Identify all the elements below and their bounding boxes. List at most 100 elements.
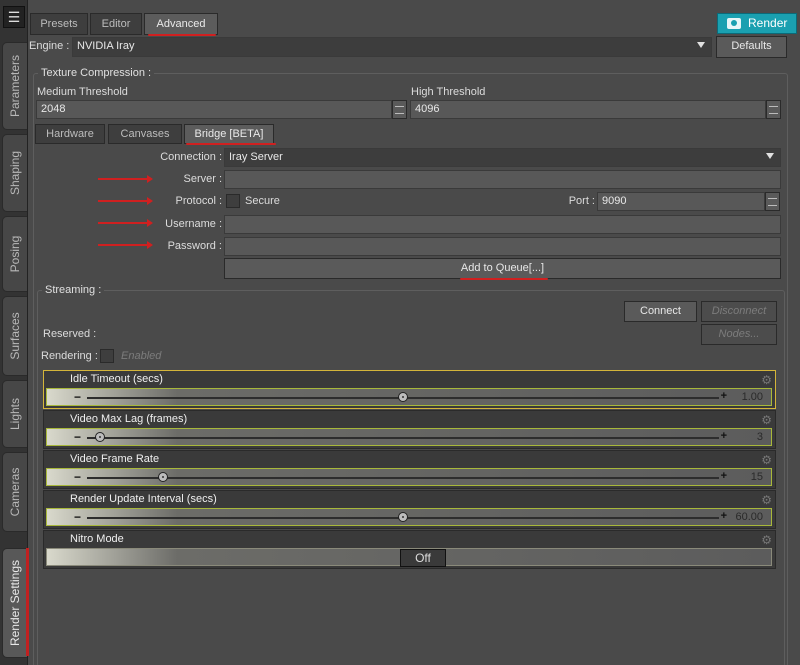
rendering-enabled-checkbox[interactable] bbox=[100, 349, 114, 363]
chevron-down-icon bbox=[697, 42, 705, 48]
gear-icon[interactable]: ⚙ bbox=[761, 413, 772, 427]
engine-label: Engine : bbox=[29, 40, 70, 52]
decrement-icon[interactable]: − bbox=[74, 430, 81, 444]
tab-lights[interactable]: Lights bbox=[2, 380, 27, 448]
slider-handle[interactable] bbox=[398, 392, 408, 402]
annotation-underline bbox=[460, 278, 548, 280]
tab-editor-label: Editor bbox=[101, 18, 131, 30]
password-field[interactable] bbox=[224, 237, 781, 256]
tab-bridge-beta-label: Bridge [BETA] bbox=[194, 128, 264, 140]
slider-value: 1.00 bbox=[741, 391, 763, 403]
nodes-button-label: Nodes... bbox=[718, 328, 760, 340]
gear-icon[interactable]: ⚙ bbox=[761, 373, 772, 387]
secure-checkbox[interactable] bbox=[226, 194, 240, 208]
defaults-button[interactable]: Defaults bbox=[716, 36, 787, 58]
increment-icon[interactable]: + bbox=[721, 390, 727, 402]
medium-threshold-stepper[interactable] bbox=[392, 100, 407, 119]
pane-menu-icon[interactable]: ☰ bbox=[3, 6, 25, 28]
tab-canvases[interactable]: Canvases bbox=[108, 124, 182, 144]
tab-presets[interactable]: Presets bbox=[30, 13, 88, 35]
tab-bridge-beta[interactable]: Bridge [BETA] bbox=[184, 124, 274, 144]
decrement-icon[interactable]: − bbox=[74, 510, 81, 524]
slider-label: Video Frame Rate bbox=[70, 453, 160, 465]
render-button-label: Render bbox=[748, 16, 788, 30]
disconnect-button[interactable]: Disconnect bbox=[701, 301, 777, 322]
increment-icon[interactable]: + bbox=[721, 430, 727, 442]
connection-select-value: Iray Server bbox=[229, 151, 283, 163]
high-threshold-label: High Threshold bbox=[411, 86, 486, 98]
slider-track[interactable]: − + 15 bbox=[46, 468, 772, 486]
medium-threshold-value: 2048 bbox=[41, 103, 66, 115]
gear-icon[interactable]: ⚙ bbox=[761, 453, 772, 467]
annotation-underline bbox=[148, 34, 216, 36]
slider-row-video-frame-rate: Video Frame Rate ⚙ − + 15 bbox=[43, 450, 776, 489]
slider-value: 15 bbox=[750, 471, 763, 483]
slider-handle[interactable] bbox=[94, 432, 105, 442]
tab-parameters-label: Parameters bbox=[8, 54, 22, 118]
decrement-icon[interactable]: − bbox=[74, 470, 81, 484]
tab-shaping-label: Shaping bbox=[8, 150, 22, 196]
connect-button[interactable]: Connect bbox=[624, 301, 697, 322]
increment-icon[interactable]: + bbox=[721, 510, 727, 522]
slider-handle[interactable] bbox=[398, 512, 408, 522]
slider-row-idle-timeout: Idle Timeout (secs) ⚙ − + 1.00 bbox=[43, 370, 776, 409]
port-field[interactable]: 9090 bbox=[597, 192, 765, 211]
slider-track[interactable]: − + 1.00 bbox=[46, 388, 772, 406]
tab-hardware[interactable]: Hardware bbox=[35, 124, 105, 144]
decrement-icon[interactable]: − bbox=[74, 390, 81, 404]
active-tab-marker bbox=[26, 548, 29, 656]
secure-label: Secure bbox=[245, 195, 280, 207]
tab-parameters[interactable]: Parameters bbox=[2, 42, 27, 130]
slider-value: 60.00 bbox=[735, 511, 763, 523]
slider-track[interactable]: − + 3 bbox=[46, 428, 772, 446]
tab-shaping[interactable]: Shaping bbox=[2, 134, 27, 212]
server-label: Server : bbox=[183, 173, 222, 185]
render-button[interactable]: Render bbox=[717, 13, 797, 34]
slider-track[interactable]: − + 60.00 bbox=[46, 508, 772, 526]
slider-label: Video Max Lag (frames) bbox=[70, 413, 188, 425]
medium-threshold-label: Medium Threshold bbox=[37, 86, 128, 98]
engine-select[interactable]: NVIDIA Iray bbox=[72, 37, 712, 57]
port-stepper[interactable] bbox=[765, 192, 780, 211]
texture-compression-title: Texture Compression : bbox=[38, 67, 155, 79]
nodes-button[interactable]: Nodes... bbox=[701, 324, 777, 345]
slider-value: 3 bbox=[756, 431, 763, 443]
server-field[interactable] bbox=[224, 170, 781, 189]
gear-icon[interactable]: ⚙ bbox=[761, 533, 772, 547]
nitro-mode-toggle[interactable]: Off bbox=[400, 549, 446, 567]
port-value: 9090 bbox=[602, 195, 627, 207]
side-tab-rail: ☰ Parameters Shaping Posing Surfaces Lig… bbox=[0, 0, 28, 665]
nitro-mode-value: Off bbox=[415, 551, 431, 565]
gear-icon[interactable]: ⚙ bbox=[761, 493, 772, 507]
high-threshold-value: 4096 bbox=[415, 103, 440, 115]
tab-surfaces[interactable]: Surfaces bbox=[2, 296, 27, 376]
protocol-label: Protocol : bbox=[175, 195, 222, 207]
tab-cameras[interactable]: Cameras bbox=[2, 452, 27, 532]
add-to-queue-button[interactable]: Add to Queue[...] bbox=[224, 258, 781, 279]
connection-label: Connection : bbox=[160, 151, 222, 163]
slider-label: Render Update Interval (secs) bbox=[70, 493, 217, 505]
tab-advanced[interactable]: Advanced bbox=[144, 13, 218, 35]
slider-rail bbox=[87, 477, 719, 479]
toggle-track: Off bbox=[46, 548, 772, 567]
tab-editor[interactable]: Editor bbox=[90, 13, 142, 35]
high-threshold-stepper[interactable] bbox=[766, 100, 781, 119]
password-label: Password : bbox=[167, 240, 222, 252]
connection-select[interactable]: Iray Server bbox=[224, 148, 781, 167]
tab-lights-label: Lights bbox=[8, 397, 22, 431]
tab-cameras-label: Cameras bbox=[8, 467, 22, 517]
connect-button-label: Connect bbox=[640, 305, 681, 317]
tab-hardware-label: Hardware bbox=[46, 128, 94, 140]
increment-icon[interactable]: + bbox=[721, 470, 727, 482]
high-threshold-field[interactable]: 4096 bbox=[410, 100, 766, 119]
slider-handle[interactable] bbox=[157, 472, 168, 482]
slider-row-render-update-interval: Render Update Interval (secs) ⚙ − + 60.0… bbox=[43, 490, 776, 529]
camera-icon bbox=[727, 18, 741, 29]
medium-threshold-field[interactable]: 2048 bbox=[36, 100, 392, 119]
slider-row-video-max-lag: Video Max Lag (frames) ⚙ − + 3 bbox=[43, 410, 776, 449]
username-field[interactable] bbox=[224, 215, 781, 234]
tab-render-settings-label: Render Settings bbox=[8, 559, 22, 647]
tab-render-settings[interactable]: Render Settings bbox=[2, 548, 27, 658]
tab-advanced-label: Advanced bbox=[156, 18, 206, 30]
tab-posing[interactable]: Posing bbox=[2, 216, 27, 292]
